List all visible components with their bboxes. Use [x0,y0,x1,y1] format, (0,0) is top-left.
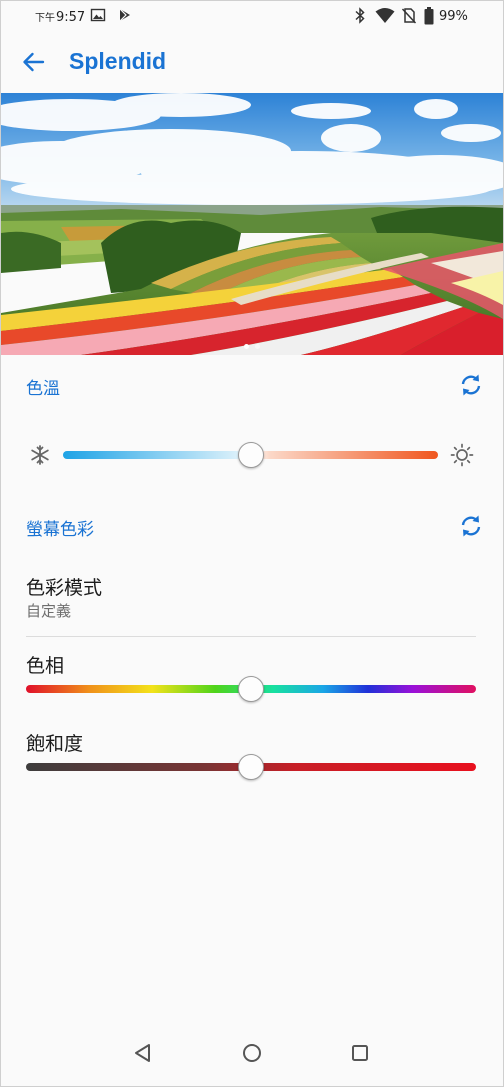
gallery-icon [90,7,106,27]
divider [26,636,476,637]
sun-icon [450,443,474,471]
hue-slider-thumb[interactable] [238,676,264,702]
status-bar: 下午9:57 99% [1,1,503,31]
color-temperature-label: 色溫 [26,379,60,399]
color-temperature-slider-thumb[interactable] [237,442,264,468]
snowflake-icon [29,444,51,470]
play-store-icon [117,7,133,27]
hue-label: 色相 [26,655,65,677]
refresh-icon[interactable] [458,372,484,402]
bluetooth-icon [353,7,367,28]
screen: 下午9:57 99% Splendid 色溫 螢幕色彩 色彩模式 自定義 色相 … [0,0,504,1087]
status-clock: 下午9:57 [35,9,85,25]
saturation-slider-thumb[interactable] [238,754,264,780]
recents-square-icon[interactable] [348,1041,372,1069]
wifi-icon [375,7,395,28]
saturation-label: 飽和度 [26,733,84,755]
color-mode-title: 色彩模式 [26,577,103,599]
page-title: Splendid [69,48,167,74]
color-mode-value: 自定義 [26,602,72,620]
refresh-icon[interactable] [458,513,484,543]
app-bar: Splendid [1,31,503,93]
battery-icon [424,7,434,29]
no-sim-icon [401,7,417,28]
pager-dot-active[interactable] [244,344,249,349]
image-pager [1,344,503,349]
status-time-value: 9:57 [56,10,86,25]
navigation-bar [1,1023,503,1086]
landscape-preview-image[interactable] [1,93,503,355]
back-triangle-icon[interactable] [131,1041,155,1069]
battery-percentage: 99% [439,9,468,24]
home-circle-icon[interactable] [240,1041,264,1069]
pager-dot[interactable] [255,344,260,349]
status-ampm: 下午 [35,13,55,24]
back-arrow-icon[interactable] [21,49,47,79]
screen-color-label: 螢幕色彩 [26,520,94,540]
